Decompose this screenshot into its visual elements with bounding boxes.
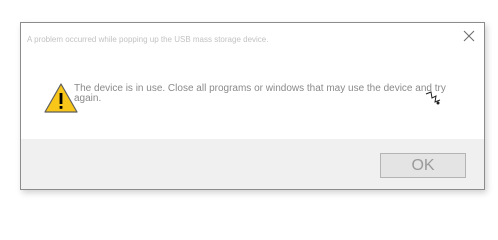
message-area: The device is in use. Close all programs… bbox=[21, 53, 484, 139]
busy-cursor-icon bbox=[425, 91, 441, 105]
error-dialog: A problem occurred while popping up the … bbox=[20, 22, 485, 190]
ok-button[interactable]: OK bbox=[380, 153, 466, 178]
close-button[interactable] bbox=[460, 27, 478, 45]
close-icon bbox=[463, 30, 475, 42]
message-text: The device is in use. Close all programs… bbox=[74, 83, 446, 104]
title-bar: A problem occurred while popping up the … bbox=[21, 23, 484, 53]
button-bar: OK bbox=[21, 139, 484, 189]
dialog-title: A problem occurred while popping up the … bbox=[27, 35, 269, 44]
